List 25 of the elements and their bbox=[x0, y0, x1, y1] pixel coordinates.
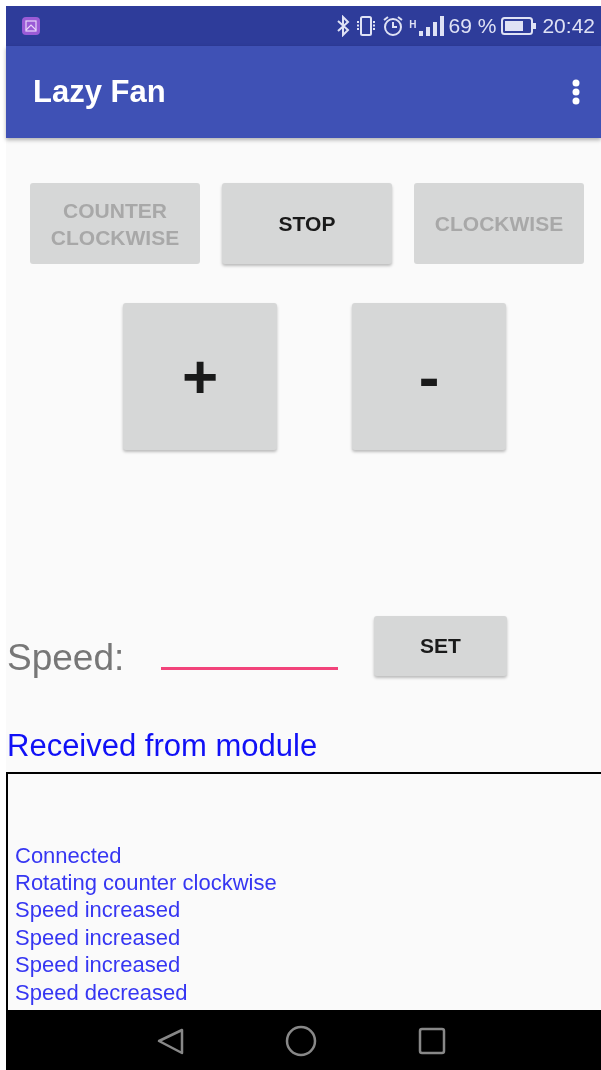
signal-icon bbox=[417, 15, 444, 37]
clock-time: 20:42 bbox=[542, 14, 595, 38]
speed-step-button[interactable]: - bbox=[352, 303, 506, 450]
log-line: Connected bbox=[15, 841, 123, 869]
network-type-label: H bbox=[409, 20, 417, 30]
battery-percentage: 69 % bbox=[448, 14, 497, 38]
log-line: Speed increased bbox=[15, 923, 182, 952]
recents-icon[interactable] bbox=[416, 1026, 447, 1056]
set-button[interactable]: SET bbox=[374, 616, 507, 676]
log-line: Speed increased bbox=[15, 951, 182, 979]
vibrate-icon bbox=[355, 15, 378, 37]
overflow-menu-icon[interactable] bbox=[571, 79, 581, 105]
log-line: Speed decreased bbox=[15, 978, 189, 1006]
speed-label: Speed: bbox=[6, 639, 126, 676]
bluetooth-icon bbox=[336, 15, 351, 37]
app-title: Lazy Fan bbox=[33, 74, 167, 110]
home-icon[interactable] bbox=[284, 1025, 317, 1057]
alarm-icon bbox=[382, 15, 405, 37]
log-line: Rotating counter clockwise bbox=[15, 868, 278, 897]
log-line: Speed increased bbox=[15, 896, 182, 924]
speed-step-button[interactable]: + bbox=[123, 303, 277, 450]
direction-button[interactable]: STOP bbox=[222, 183, 392, 264]
gallery-icon bbox=[22, 17, 40, 35]
log-heading: Received from module bbox=[7, 727, 319, 765]
battery-icon bbox=[501, 17, 538, 35]
